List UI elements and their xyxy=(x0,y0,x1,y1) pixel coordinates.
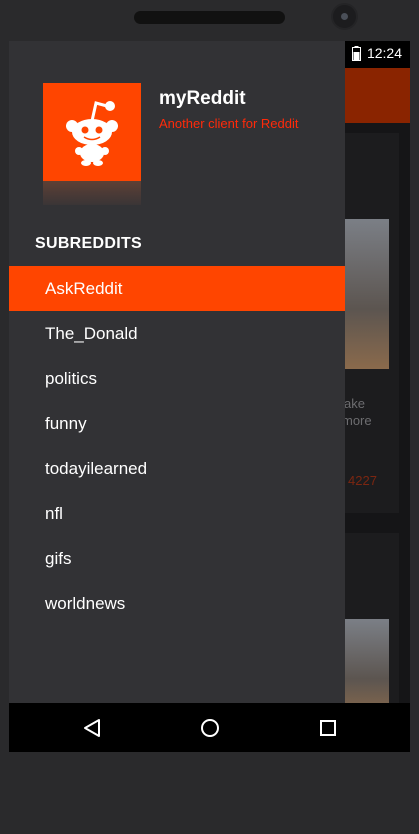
drawer-header: myReddit Another client for Reddit xyxy=(9,68,345,222)
front-camera xyxy=(331,3,358,30)
subreddit-label: todayilearned xyxy=(45,458,148,478)
earpiece-speaker xyxy=(134,11,285,24)
subreddit-item[interactable]: todayilearned xyxy=(9,446,345,491)
home-circle-icon[interactable] xyxy=(197,715,223,741)
subreddit-item[interactable]: The_Donald xyxy=(9,311,345,356)
subreddit-label: worldnews xyxy=(45,593,126,613)
subreddit-label: gifs xyxy=(45,548,72,568)
subreddits-heading: SUBREDDITS xyxy=(35,235,143,252)
subreddit-item[interactable]: politics xyxy=(9,356,345,401)
clock: 12:24 xyxy=(366,45,402,61)
subreddit-label: politics xyxy=(45,368,97,388)
subreddit-item[interactable]: AskReddit xyxy=(9,266,345,311)
post-thumbnail[interactable] xyxy=(339,219,389,369)
subreddit-label: The_Donald xyxy=(45,323,138,343)
post-snippet-line2: more xyxy=(342,413,372,428)
back-triangle-icon[interactable] xyxy=(79,715,105,741)
recents-square-icon[interactable] xyxy=(315,715,341,741)
subreddit-label: nfl xyxy=(45,503,63,523)
subreddit-label: AskReddit xyxy=(45,278,123,298)
logo-reflection xyxy=(43,181,141,205)
screen: ake more 4227 12:24 myReddit Another cli… xyxy=(9,41,410,752)
subreddit-label: funny xyxy=(45,413,87,433)
post-score: 4227 xyxy=(348,473,377,488)
subreddit-item[interactable]: nfl xyxy=(9,491,345,536)
system-nav-bar xyxy=(9,703,410,752)
app-logo xyxy=(43,83,141,181)
subreddit-item[interactable]: worldnews xyxy=(9,581,345,626)
post-snippet-line1: ake xyxy=(344,396,365,411)
subreddit-item[interactable]: gifs xyxy=(9,536,345,581)
reddit-alien-icon xyxy=(66,101,118,166)
battery-icon xyxy=(351,45,361,61)
subreddit-item[interactable]: funny xyxy=(9,401,345,446)
app-tagline: Another client for Reddit xyxy=(159,116,299,131)
subreddit-list: AskReddit The_Donald politics funny todayile… xyxy=(9,266,345,626)
app-name: myReddit xyxy=(159,88,246,109)
phone-frame: ake more 4227 12:24 myReddit Another cli… xyxy=(0,0,419,834)
navigation-drawer: myReddit Another client for Reddit SUBRE… xyxy=(9,41,345,703)
